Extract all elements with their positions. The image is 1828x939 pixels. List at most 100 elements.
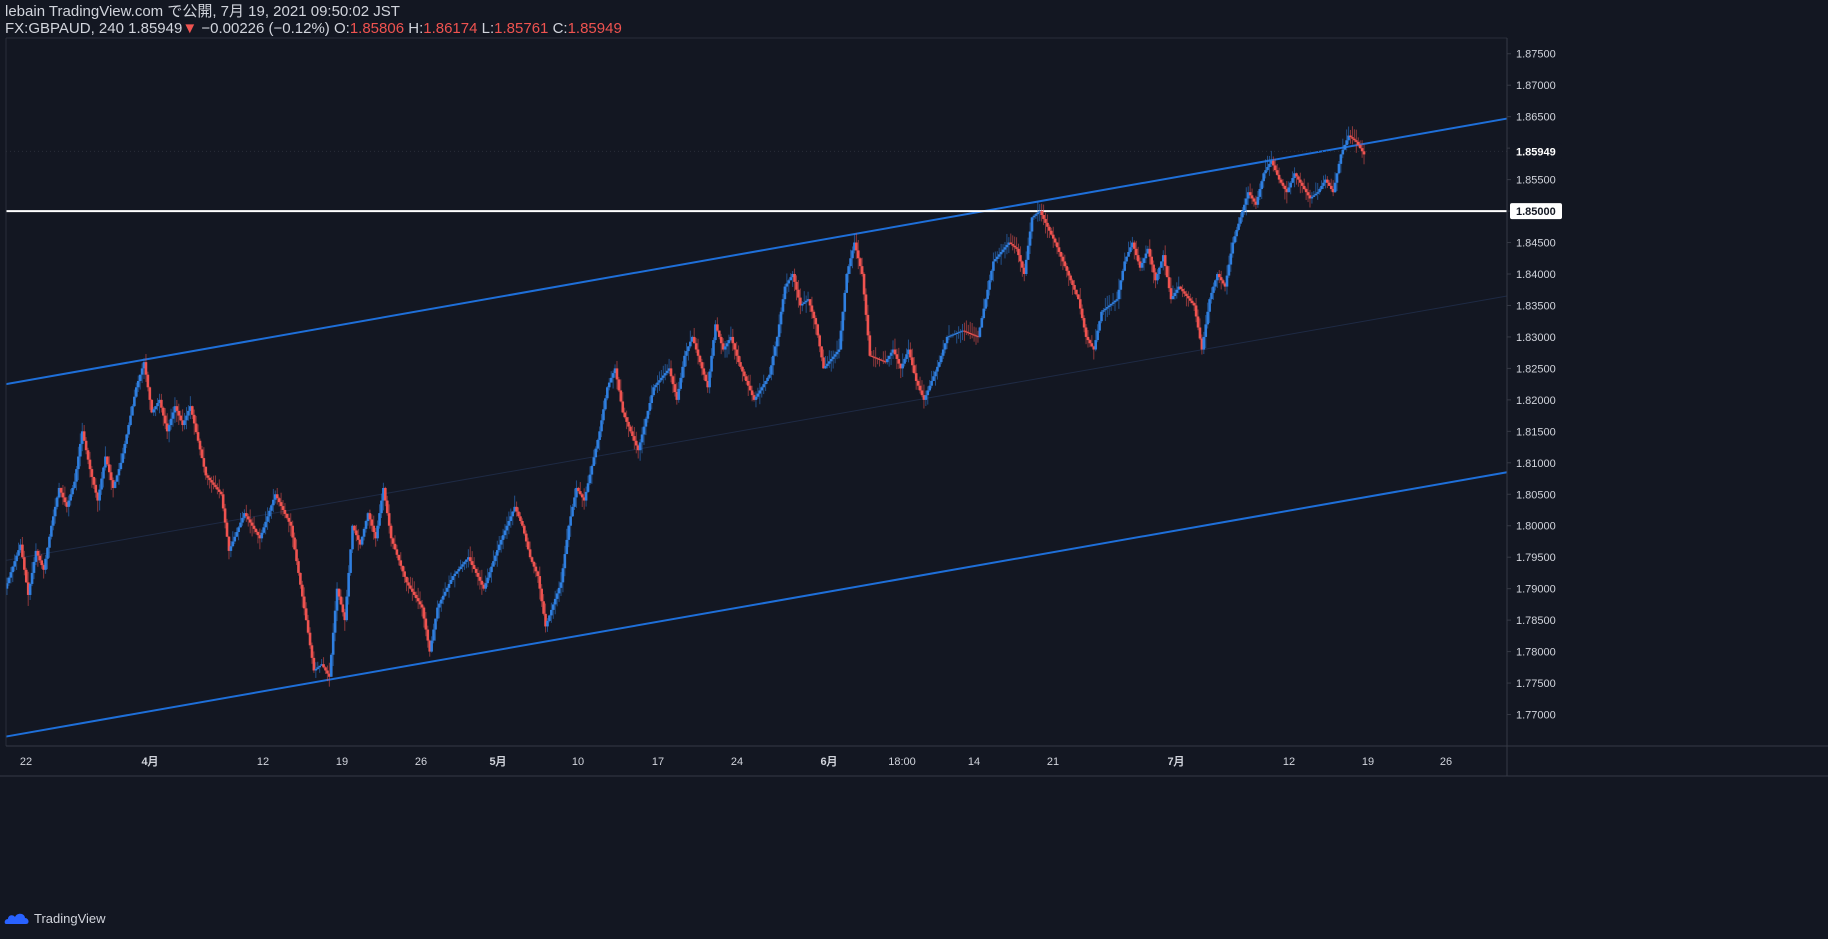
- candle-body: [399, 560, 403, 566]
- y-tick-label: 1.79500: [1516, 552, 1556, 564]
- candle-body: [252, 525, 256, 529]
- candle-body: [804, 300, 808, 303]
- x-tick-label: 14: [968, 756, 980, 768]
- candle-body: [596, 439, 599, 449]
- candle-body: [640, 434, 644, 443]
- candle-body: [407, 582, 410, 586]
- candle-body: [941, 349, 945, 356]
- candle-body: [430, 640, 433, 652]
- candle-body: [1314, 193, 1318, 196]
- candle-body: [144, 362, 148, 375]
- candle-body: [663, 373, 667, 376]
- candle-body: [1273, 165, 1277, 171]
- candle-body: [102, 467, 105, 479]
- candle-body: [619, 390, 623, 402]
- candle-body: [457, 569, 460, 572]
- candle-body: [802, 302, 806, 304]
- candle-body: [1229, 253, 1233, 265]
- candle-body: [1019, 255, 1022, 262]
- candle-body: [167, 425, 171, 432]
- candle-body: [177, 410, 181, 416]
- candle-body: [1353, 138, 1356, 141]
- candle-body: [1028, 231, 1032, 246]
- candle-body: [499, 539, 503, 545]
- candle-body: [909, 349, 912, 358]
- candle-body: [1250, 195, 1254, 199]
- candle-body: [275, 494, 279, 499]
- candle-body: [756, 393, 760, 397]
- candle-body: [484, 583, 488, 589]
- price-chart[interactable]: 1.875001.870001.865001.860001.855001.850…: [0, 0, 1828, 939]
- candle-body: [1136, 255, 1140, 262]
- candle-body: [115, 475, 119, 482]
- candle-body: [519, 516, 522, 522]
- candle-body: [1163, 255, 1167, 267]
- candle-body: [594, 448, 598, 458]
- candle-body: [733, 343, 737, 350]
- candle-body: [916, 380, 920, 386]
- candle-body: [121, 453, 125, 463]
- candle-body: [302, 596, 306, 609]
- x-tick-label: 21: [1047, 756, 1059, 768]
- candle-body: [1279, 179, 1283, 183]
- candle-body: [100, 478, 103, 490]
- candle-body: [1210, 292, 1213, 300]
- candle-body: [1030, 217, 1034, 232]
- candle-body: [1152, 264, 1155, 273]
- candle-body: [306, 620, 310, 633]
- candle-body: [602, 409, 605, 421]
- candle-body: [1082, 318, 1086, 328]
- candle-body: [507, 521, 511, 526]
- y-tick-label: 1.81500: [1516, 426, 1556, 438]
- candle-body: [1358, 144, 1362, 149]
- candle-body: [633, 436, 636, 441]
- candle-body: [1071, 280, 1074, 286]
- candle-body: [1264, 170, 1267, 174]
- candle-body: [571, 506, 574, 517]
- candle-body: [1059, 251, 1063, 257]
- candle-body: [517, 511, 520, 517]
- candle-body: [1011, 244, 1015, 246]
- candle-body: [1322, 182, 1325, 186]
- candle-body: [687, 346, 690, 352]
- candle-body: [860, 266, 864, 274]
- candle-body: [783, 286, 787, 300]
- candle-body: [129, 415, 132, 426]
- candle-body: [412, 591, 416, 595]
- candle-body: [156, 403, 159, 407]
- candle-body: [1362, 151, 1366, 155]
- candle-body: [490, 566, 493, 573]
- candle-body: [1252, 198, 1256, 202]
- candle-body: [999, 251, 1003, 255]
- candle-body: [94, 484, 98, 493]
- candle-body: [339, 596, 343, 605]
- candle-body: [235, 532, 238, 537]
- candle-body: [1349, 135, 1352, 138]
- candle-body: [588, 474, 592, 484]
- candle-body: [1320, 185, 1323, 190]
- candle-body: [138, 374, 142, 381]
- candle-body: [945, 336, 949, 344]
- candle-body: [1048, 226, 1051, 231]
- candle-body: [11, 566, 15, 573]
- candle-body: [13, 561, 16, 567]
- candle-body: [849, 258, 852, 267]
- candle-body: [936, 366, 939, 372]
- candle-body: [723, 346, 727, 350]
- candle-body: [1302, 185, 1306, 190]
- candle-body: [658, 380, 661, 383]
- candle-body: [1013, 245, 1016, 248]
- candle-body: [569, 516, 572, 526]
- candle-body: [1051, 234, 1055, 239]
- candle-body: [1268, 163, 1271, 168]
- candle-body: [1329, 185, 1333, 190]
- candle-body: [1001, 249, 1005, 252]
- candle-body: [887, 355, 891, 359]
- candle-body: [1036, 212, 1040, 215]
- candle-body: [1235, 229, 1238, 237]
- candle-body: [926, 390, 930, 396]
- candle-body: [260, 532, 264, 539]
- candle-body: [287, 517, 291, 522]
- candle-body: [1111, 302, 1115, 304]
- candle-body: [600, 420, 603, 432]
